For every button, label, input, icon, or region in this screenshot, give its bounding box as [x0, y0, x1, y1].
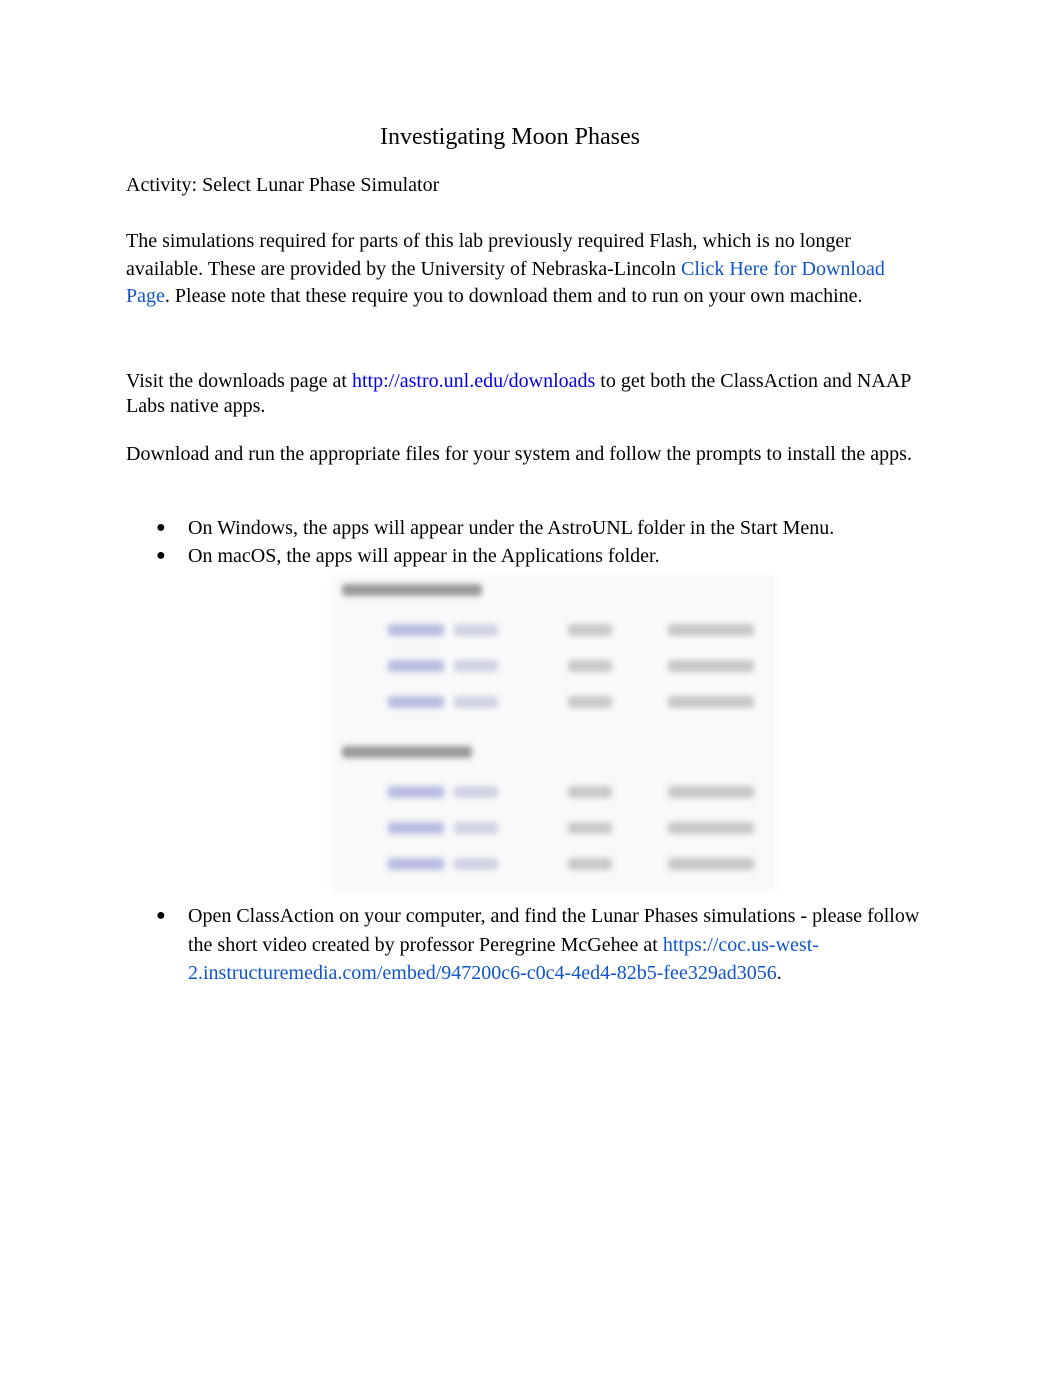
date-placeholder	[668, 786, 754, 798]
version-placeholder	[454, 858, 498, 870]
bullet-icon: ●	[156, 907, 166, 924]
size-placeholder	[568, 696, 612, 708]
size-placeholder	[568, 858, 612, 870]
size-placeholder	[568, 786, 612, 798]
intro-text-end: . Please note that these require you to …	[164, 285, 863, 307]
list-item-text: On Windows, the apps will appear under t…	[188, 517, 835, 539]
version-placeholder	[454, 660, 498, 672]
date-placeholder	[668, 822, 754, 834]
size-placeholder	[568, 660, 612, 672]
bullet-icon: ●	[156, 519, 166, 536]
document-title: Investigating Moon Phases	[380, 124, 640, 150]
activity-heading: Activity: Select Lunar Phase Simulator	[126, 174, 440, 196]
date-placeholder	[668, 858, 754, 870]
document-page: Investigating Moon Phases Activity: Sele…	[0, 0, 1062, 1376]
date-placeholder	[668, 624, 754, 636]
install-paragraph: Download and run the appropriate files f…	[126, 443, 912, 465]
list-item: ● On macOS, the apps will appear in the …	[126, 542, 926, 570]
table-row	[330, 858, 776, 872]
file-link-placeholder	[388, 858, 444, 870]
blurred-download-table-image	[330, 574, 776, 892]
table-row	[330, 696, 776, 710]
file-link-placeholder	[388, 696, 444, 708]
list-item: ● Open ClassAction on your computer, and…	[126, 902, 926, 988]
date-placeholder	[668, 696, 754, 708]
table-row	[330, 660, 776, 674]
intro-paragraph: The simulations required for parts of th…	[126, 228, 916, 311]
bullet-icon: ●	[156, 547, 166, 564]
version-placeholder	[454, 624, 498, 636]
file-link-placeholder	[388, 786, 444, 798]
downloads-text: Visit the downloads page at	[126, 370, 352, 392]
list-item-text: On macOS, the apps will appear in the Ap…	[188, 545, 660, 567]
section-heading-placeholder	[342, 746, 472, 758]
file-link-placeholder	[388, 660, 444, 672]
list-item: ● On Windows, the apps will appear under…	[126, 514, 926, 542]
classaction-instructions-list: ● Open ClassAction on your computer, and…	[126, 902, 926, 988]
file-link-placeholder	[388, 624, 444, 636]
version-placeholder	[454, 822, 498, 834]
table-row	[330, 786, 776, 800]
downloads-paragraph: Visit the downloads page at http://astro…	[126, 369, 916, 419]
table-row	[330, 624, 776, 638]
astro-downloads-link[interactable]: http://astro.unl.edu/downloads	[352, 370, 595, 392]
table-row	[330, 822, 776, 836]
size-placeholder	[568, 822, 612, 834]
version-placeholder	[454, 786, 498, 798]
list-item-text-end: .	[776, 962, 782, 984]
file-link-placeholder	[388, 822, 444, 834]
install-locations-list: ● On Windows, the apps will appear under…	[126, 514, 926, 570]
version-placeholder	[454, 696, 498, 708]
date-placeholder	[668, 660, 754, 672]
section-heading-placeholder	[342, 584, 482, 596]
size-placeholder	[568, 624, 612, 636]
